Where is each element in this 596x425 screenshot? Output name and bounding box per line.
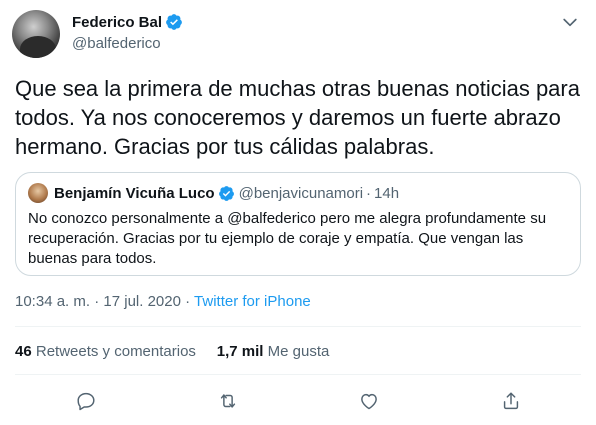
tweet-date[interactable]: 17 jul. 2020 [103,293,181,310]
tweet-actions-bar [15,386,581,416]
tweet-text: Que sea la primera de muchas otras buena… [15,76,580,159]
like-button[interactable] [358,390,380,412]
retweet-button[interactable] [217,390,239,412]
tweet-source-link[interactable]: Twitter for iPhone [194,293,311,310]
quoted-separator: · [366,184,372,202]
tweet-stats: 46 Retweets y comentarios 1,7 mil Me gus… [15,343,329,360]
quoted-author-handle: @benjavicunamori [238,184,364,202]
likes-label: Me gusta [267,343,330,360]
share-button[interactable] [500,390,522,412]
quoted-author-display-name: Benjamín Vicuña Luco [54,184,215,202]
likes-count: 1,7 mil [216,343,264,360]
author-name-row: Federico Bal [72,13,183,31]
share-icon [503,392,519,410]
likes-stat[interactable]: 1,7 mil Me gusta [217,343,330,360]
retweets-label: Retweets y comentarios [35,343,196,360]
quoted-tweet-header: Benjamín Vicuña Luco @benjavicunamori · … [28,183,399,203]
tweet-meta: 10:34 a. m. · 17 jul. 2020 · Twitter for… [15,293,311,310]
divider [15,326,581,327]
retweet-icon [220,394,236,408]
verified-badge-icon [218,185,234,201]
quoted-tweet[interactable]: Benjamín Vicuña Luco @benjavicunamori · … [15,172,581,276]
retweets-stat[interactable]: 46 Retweets y comentarios [15,343,200,360]
meta-separator: · [94,293,100,310]
divider [15,374,581,375]
quoted-author-avatar [28,183,48,203]
meta-separator: · [185,293,191,310]
retweets-count: 46 [15,343,32,360]
author-handle[interactable]: @balfederico [72,35,161,52]
reply-button[interactable] [75,390,97,412]
quoted-tweet-text: No conozco personalmente a @balfederico … [28,210,547,267]
reply-icon [77,392,95,411]
author-display-name[interactable]: Federico Bal [72,14,162,31]
author-avatar[interactable] [12,10,60,58]
heart-icon [361,393,377,410]
verified-badge-icon [166,14,182,30]
quoted-timestamp: 14h [374,184,400,202]
tweet-time[interactable]: 10:34 a. m. [15,293,90,310]
chevron-down-icon[interactable] [560,12,580,32]
